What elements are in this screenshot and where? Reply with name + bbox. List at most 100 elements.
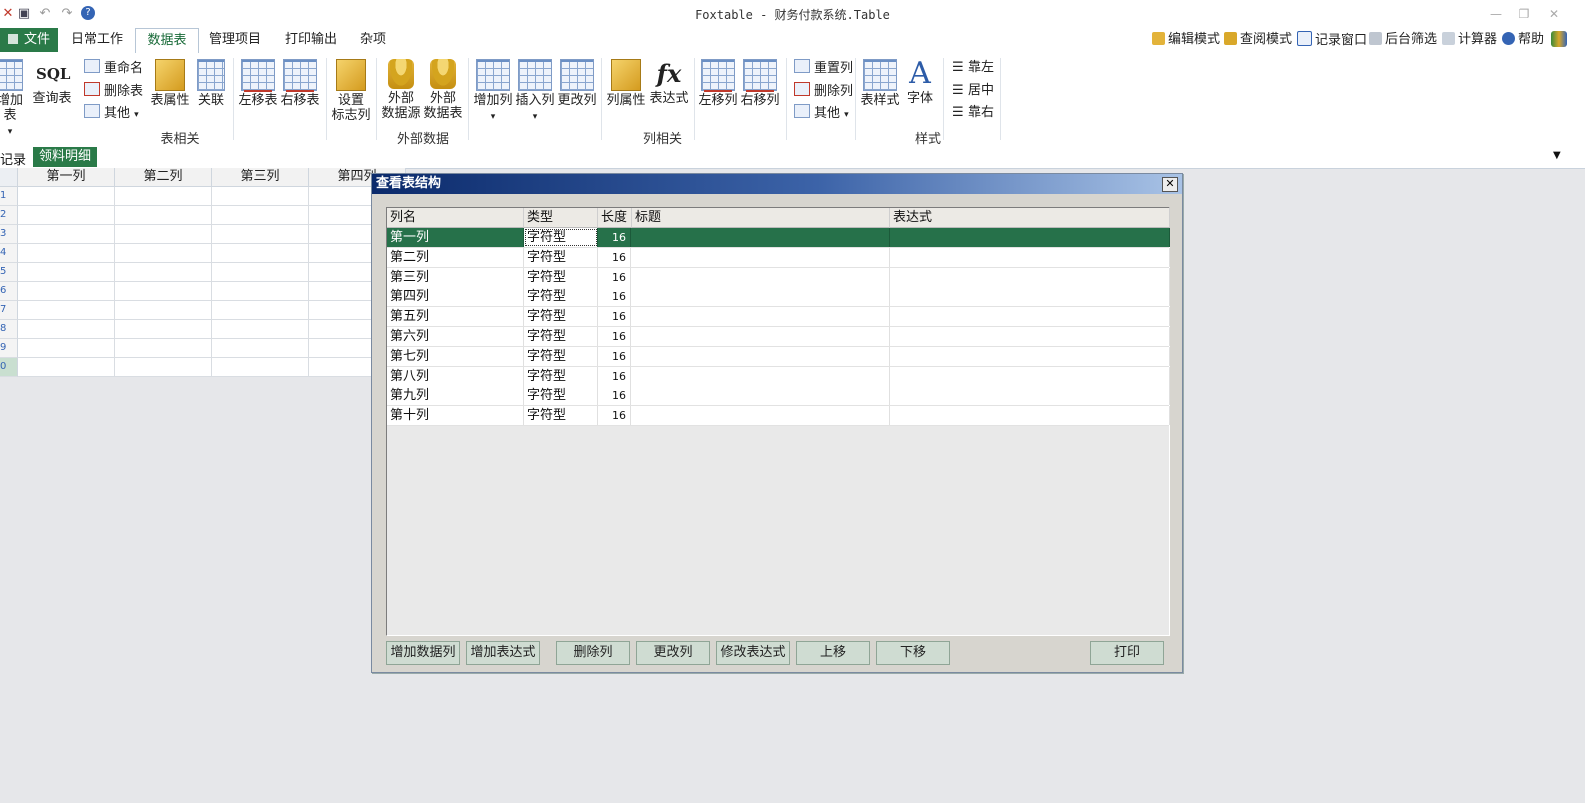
grid-cell[interactable] [212,187,309,206]
grid-cell[interactable] [212,358,309,377]
cell-type[interactable]: 字符型 [524,287,598,307]
grid-cell[interactable] [18,187,115,206]
rename-button[interactable]: 重命名 [84,59,143,78]
grid-cell[interactable] [115,244,212,263]
table-style-button[interactable]: 表样式 [860,59,900,108]
grid-cell[interactable] [18,358,115,377]
cell-name[interactable]: 第八列 [387,366,524,386]
move-down-button[interactable]: 下移 [876,641,950,665]
cell-expression[interactable] [890,267,1170,287]
cell-name[interactable]: 第五列 [387,307,524,327]
add-expression-button[interactable]: 增加表达式 [466,641,540,665]
row-number[interactable]: 1 [0,187,18,206]
move-table-right-button[interactable]: 右移表 [280,59,320,108]
add-table-button[interactable]: 增加表 ▾ [0,59,28,140]
structure-row[interactable]: 第四列 字符型 16 [387,287,1170,308]
align-right-button[interactable]: ☰ 靠右 [952,104,994,122]
external-table-button[interactable]: 外部 数据表 [423,59,463,121]
grid-cell[interactable] [115,339,212,358]
tab-file[interactable]: 文件 [0,28,58,52]
structure-row[interactable]: 第一列 字符型 16 [387,228,1170,248]
cell-expression[interactable] [890,228,1170,247]
grid-column-header[interactable]: 第一列 [18,168,115,187]
cell-type[interactable]: 字符型 [524,346,598,366]
align-left-button[interactable]: ☰ 靠左 [952,59,994,77]
other-column-button[interactable]: 其他 ▾ [794,104,849,124]
cell-caption[interactable] [632,327,890,346]
row-number[interactable]: 2 [0,206,18,225]
cell-length[interactable]: 16 [598,386,631,406]
grid-cell[interactable] [18,225,115,244]
cell-name[interactable]: 第四列 [387,287,524,307]
row-number[interactable]: 3 [0,225,18,244]
help-button[interactable]: 帮助 [1502,31,1544,49]
print-button[interactable]: 打印 [1090,641,1164,665]
header-type[interactable]: 类型 [524,208,598,228]
tab-misc[interactable]: 杂项 [350,28,396,52]
cell-caption[interactable] [632,346,890,366]
cell-name[interactable]: 第二列 [387,247,524,267]
query-table-button[interactable]: SQL 查询表 [32,59,72,106]
cell-expression[interactable] [890,287,1170,307]
move-table-left-button[interactable]: 左移表 [238,59,278,108]
grid-cell[interactable] [18,206,115,225]
structure-row[interactable]: 第五列 字符型 16 [387,307,1170,328]
cell-expression[interactable] [890,366,1170,386]
grid-cell[interactable] [115,282,212,301]
grid-cell[interactable] [18,244,115,263]
other-table-button[interactable]: 其他 ▾ [84,104,139,124]
sheet-dropdown-icon[interactable]: ▼ [1553,150,1561,161]
header-length[interactable]: 长度 [598,208,632,228]
sheet-tab-active[interactable]: 领料明细 [33,147,97,167]
calculator-button[interactable]: 计算器 [1442,31,1497,49]
row-number[interactable]: 0 [0,358,18,377]
grid-cell[interactable] [115,320,212,339]
cell-length[interactable]: 16 [598,406,631,426]
cell-length[interactable]: 16 [598,346,631,366]
cell-length[interactable]: 16 [598,287,631,307]
cell-expression[interactable] [890,247,1170,267]
cell-name[interactable]: 第十列 [387,406,524,426]
cell-length[interactable]: 16 [598,366,631,386]
header-caption[interactable]: 标题 [632,208,890,228]
row-number[interactable]: 6 [0,282,18,301]
grid-cell[interactable] [115,263,212,282]
edit-expression-button[interactable]: 修改表达式 [716,641,790,665]
grid-cell[interactable] [212,225,309,244]
cell-caption[interactable] [632,267,890,287]
cell-type[interactable]: 字符型 [524,386,598,406]
add-data-column-button[interactable]: 增加数据列 [386,641,460,665]
cell-expression[interactable] [890,406,1170,426]
grid-cell[interactable] [212,206,309,225]
cell-name[interactable]: 第六列 [387,327,524,346]
cell-caption[interactable] [632,228,890,247]
cell-name[interactable]: 第七列 [387,346,524,366]
tab-daily-work[interactable]: 日常工作 [62,28,132,52]
column-props-button[interactable]: 列属性 [606,59,646,108]
grid-cell[interactable] [18,339,115,358]
users-icon[interactable] [1551,31,1567,47]
cell-caption[interactable] [632,406,890,426]
grid-cell[interactable] [212,263,309,282]
delete-table-button[interactable]: 删除表 [84,82,143,101]
structure-row[interactable]: 第六列 字符型 16 [387,327,1170,347]
add-column-button[interactable]: 增加列 ▾ [473,59,513,125]
tab-data-table[interactable]: 数据表 [135,28,199,55]
cell-length[interactable]: 16 [598,228,631,247]
font-button[interactable]: A 字体 [902,59,938,107]
edit-mode-button[interactable]: 编辑模式 [1152,31,1220,49]
restore-button[interactable]: ❐ [1513,5,1535,23]
grid-cell[interactable] [18,263,115,282]
row-number[interactable]: 8 [0,320,18,339]
row-number[interactable]: 7 [0,301,18,320]
cell-type[interactable]: 字符型 [524,247,598,267]
cell-type[interactable]: 字符型 [524,307,598,327]
cell-length[interactable]: 16 [598,327,631,346]
table-props-button[interactable]: 表属性 [150,59,190,108]
move-column-right-button[interactable]: 右移列 [740,59,780,108]
grid-cell[interactable] [212,244,309,263]
tab-manage-projects[interactable]: 管理项目 [200,28,270,52]
align-center-button[interactable]: ☰ 居中 [952,82,994,100]
cell-expression[interactable] [890,307,1170,327]
grid-cell[interactable] [212,301,309,320]
